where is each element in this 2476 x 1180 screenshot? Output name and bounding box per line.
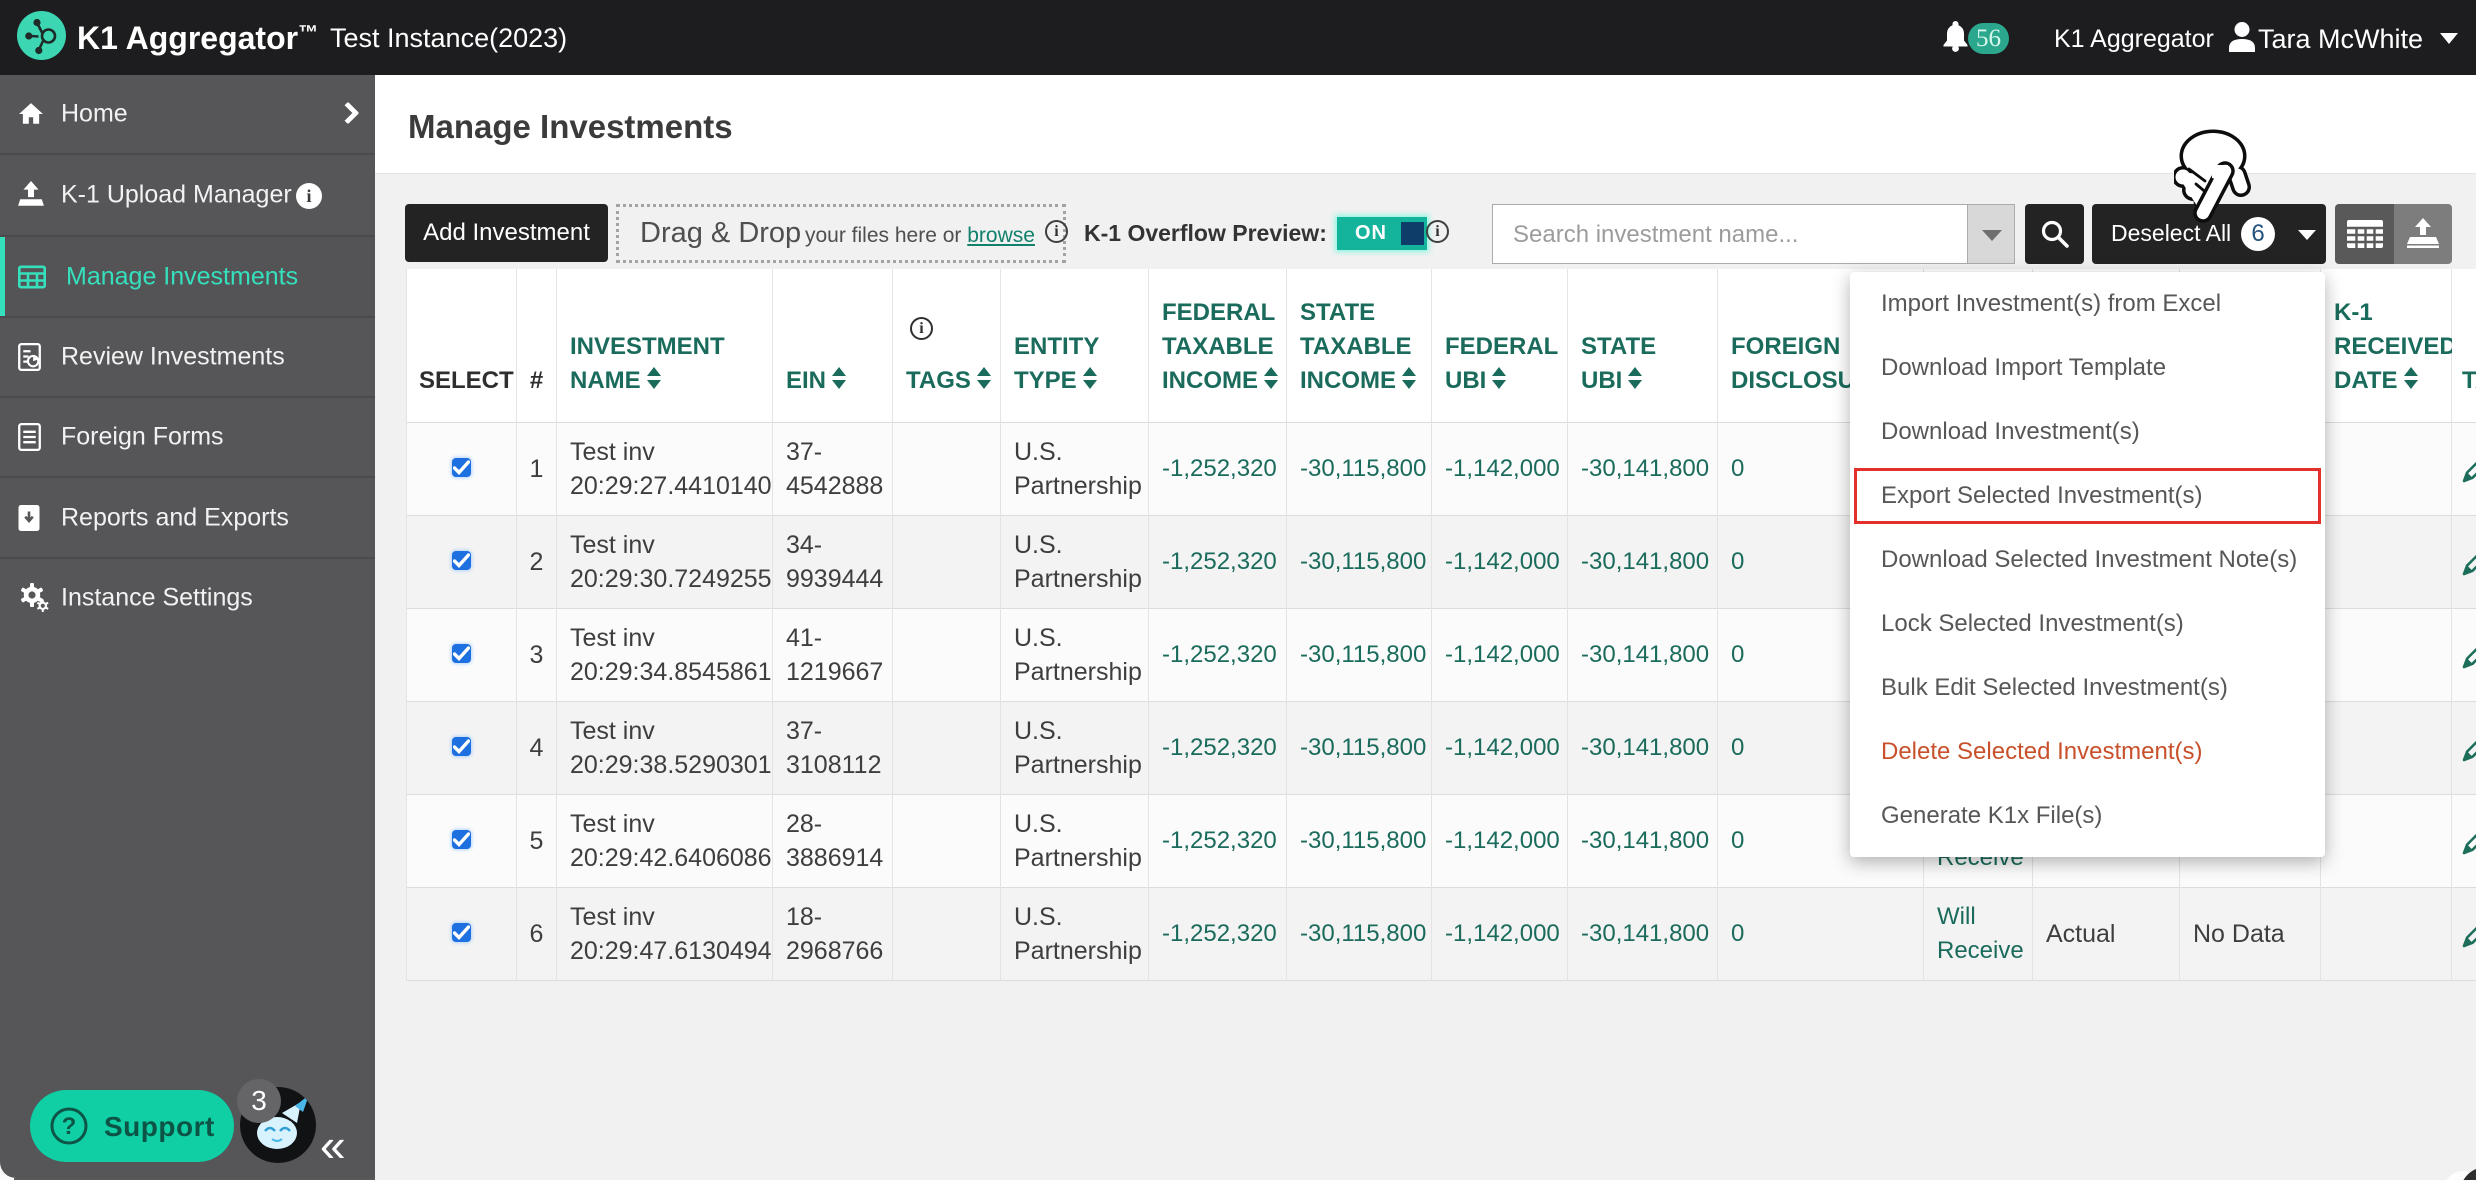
svg-text:?: ?	[62, 1113, 77, 1140]
